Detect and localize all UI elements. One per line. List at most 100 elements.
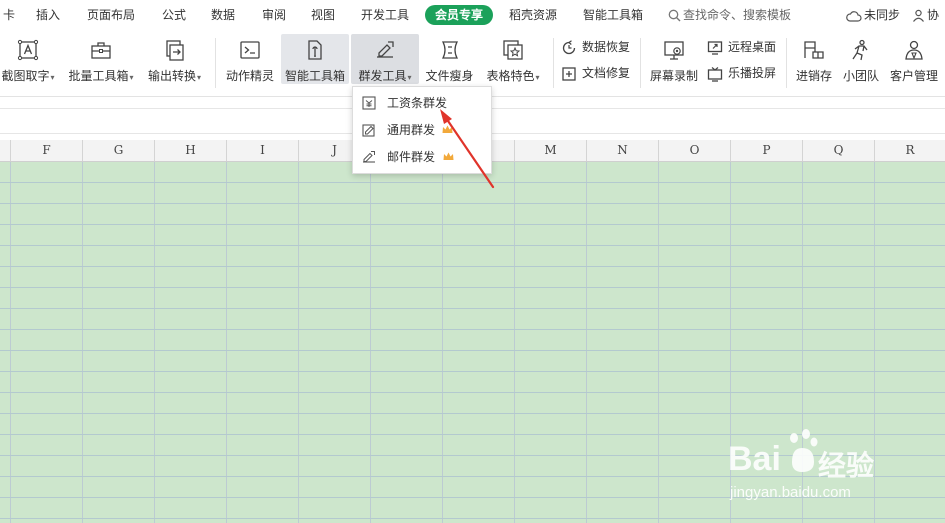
menu-item-general-send[interactable]: 通用群发	[353, 117, 491, 143]
column-header-i[interactable]: I	[227, 140, 299, 161]
batch-toolbox-button[interactable]: 批量工具箱▾	[64, 34, 138, 84]
spreadsheet-grid[interactable]	[0, 162, 945, 523]
customer-management-button[interactable]: 客户管理	[886, 34, 942, 84]
tab-review[interactable]: 审阅	[262, 0, 286, 30]
mass-send-icon	[377, 41, 394, 58]
chevron-down-icon: ▾	[535, 73, 540, 82]
team-button[interactable]: 小团队	[840, 34, 882, 84]
command-search[interactable]: 查找命令、搜索模板	[668, 0, 791, 30]
vip-crown-icon	[443, 152, 454, 160]
sync-status[interactable]: 未同步	[846, 0, 900, 30]
data-recovery-button[interactable]: 数据恢复	[561, 36, 630, 58]
tab-data[interactable]: 数据	[211, 0, 235, 30]
table-feature-label: 表格特色	[486, 69, 535, 83]
cast-screen-icon	[707, 66, 723, 82]
smart-toolbox-button[interactable]: 智能工具箱	[281, 34, 349, 84]
chevron-down-icon: ▾	[129, 73, 134, 82]
batch-toolbox-label: 批量工具箱	[68, 69, 129, 83]
doc-repair-button[interactable]: 文档修复	[561, 62, 630, 84]
tab-card[interactable]: 卡	[3, 0, 15, 30]
column-header-r[interactable]: R	[875, 140, 945, 161]
payslip-icon	[362, 96, 376, 110]
output-convert-label: 输出转换	[147, 69, 196, 83]
ribbon-divider	[640, 38, 641, 88]
menu-item-payslip-send[interactable]: 工资条群发	[353, 90, 491, 116]
doc-repair-icon	[562, 66, 576, 81]
menu-bar: 卡 插入 页面布局 公式 数据 审阅 视图 开发工具 会员专享 稻壳资源 智能工…	[0, 0, 945, 30]
payslip-send-label: 工资条群发	[387, 96, 448, 110]
email-send-label: 邮件群发	[387, 150, 436, 164]
tab-developer[interactable]: 开发工具	[361, 0, 409, 30]
chevron-down-icon: ▾	[197, 73, 202, 82]
column-header-m[interactable]: M	[515, 140, 587, 161]
customer-icon	[905, 40, 923, 60]
action-script-label: 动作精灵	[225, 69, 274, 83]
column-header-q[interactable]: Q	[803, 140, 875, 161]
file-slim-icon	[441, 41, 458, 59]
search-placeholder: 查找命令、搜索模板	[683, 8, 792, 22]
remote-desktop-icon	[707, 40, 723, 55]
inventory-label: 进销存	[795, 69, 832, 83]
screen-record-label: 屏幕录制	[649, 69, 698, 83]
column-header-partial	[0, 140, 11, 161]
mass-send-label: 群发工具	[358, 69, 407, 83]
table-feature-icon	[503, 40, 523, 60]
tab-insert[interactable]: 插入	[36, 0, 60, 30]
screenshot-text-label: 截图取字	[1, 69, 50, 83]
toolbox-icon	[91, 42, 111, 59]
screenshot-text-button[interactable]: 截图取字▾	[0, 34, 56, 84]
customer-label: 客户管理	[889, 69, 938, 83]
search-icon	[668, 9, 681, 22]
inventory-button[interactable]: 进销存	[793, 34, 835, 84]
mass-send-tool-button[interactable]: 群发工具▾	[351, 34, 419, 84]
email-send-icon	[363, 151, 375, 163]
menu-item-email-send[interactable]: 邮件群发	[353, 144, 491, 170]
tab-docer-resources[interactable]: 稻壳资源	[509, 0, 557, 30]
column-header-o[interactable]: O	[659, 140, 731, 161]
collab-button[interactable]: 协	[912, 0, 939, 30]
file-slim-label: 文件瘦身	[425, 69, 474, 83]
tab-member-exclusive[interactable]: 会员专享	[425, 5, 494, 25]
mass-send-dropdown: 工资条群发 通用群发 邮件群发	[352, 86, 492, 174]
screen-record-button[interactable]: 屏幕录制	[646, 34, 702, 84]
tab-page-layout[interactable]: 页面布局	[87, 0, 135, 30]
action-script-icon	[240, 41, 260, 59]
screen-record-icon	[664, 41, 684, 60]
column-header-p[interactable]: P	[731, 140, 803, 161]
column-header-f[interactable]: F	[11, 140, 83, 161]
user-icon	[913, 9, 924, 22]
ribbon-divider	[215, 38, 216, 88]
vip-crown-icon	[442, 125, 453, 133]
team-label: 小团队	[842, 69, 879, 83]
collab-label: 协	[927, 8, 940, 22]
ribbon-divider	[553, 38, 554, 88]
ribbon-divider	[786, 38, 787, 88]
column-header-g[interactable]: G	[83, 140, 155, 161]
tab-smart-toolbox[interactable]: 智能工具箱	[583, 0, 643, 30]
inventory-icon	[804, 41, 824, 59]
doc-repair-label: 文档修复	[582, 66, 631, 80]
table-feature-button[interactable]: 表格特色▾	[482, 34, 544, 84]
data-recovery-label: 数据恢复	[582, 40, 631, 54]
column-header-n[interactable]: N	[587, 140, 659, 161]
smart-toolbox-icon	[308, 40, 322, 60]
remote-desktop-label: 远程桌面	[728, 40, 777, 54]
output-convert-button[interactable]: 输出转换▾	[143, 34, 206, 84]
output-convert-icon	[165, 40, 184, 61]
column-header-h[interactable]: H	[155, 140, 227, 161]
cast-screen-label: 乐播投屏	[728, 66, 777, 80]
action-script-button[interactable]: 动作精灵	[222, 34, 278, 84]
cast-screen-button[interactable]: 乐播投屏	[707, 62, 776, 84]
sync-label: 未同步	[864, 8, 901, 22]
team-icon	[852, 39, 868, 61]
file-slim-button[interactable]: 文件瘦身	[422, 34, 477, 84]
tab-formula[interactable]: 公式	[162, 0, 186, 30]
tab-view[interactable]: 视图	[311, 0, 335, 30]
chevron-down-icon: ▾	[50, 73, 55, 82]
screenshot-text-icon	[17, 39, 39, 61]
remote-desktop-button[interactable]: 远程桌面	[707, 36, 776, 58]
chevron-down-icon: ▾	[407, 73, 412, 82]
data-recovery-icon	[562, 39, 576, 54]
general-send-label: 通用群发	[387, 123, 436, 137]
smart-toolbox-label: 智能工具箱	[284, 69, 345, 83]
